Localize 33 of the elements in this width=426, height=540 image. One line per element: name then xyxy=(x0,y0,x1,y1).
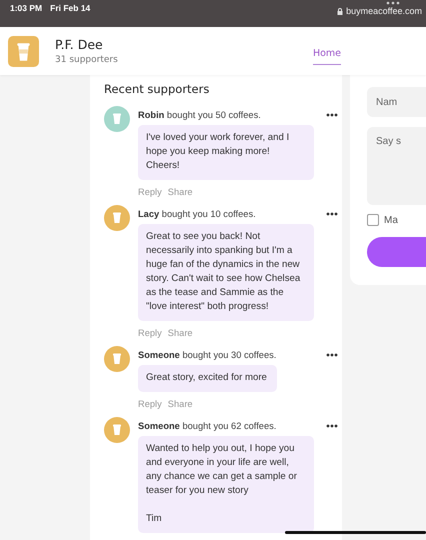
url-text[interactable]: buymeacoffee.com xyxy=(346,6,422,16)
nav-tab[interactable]: Home xyxy=(312,42,341,64)
more-icon[interactable] xyxy=(326,113,338,117)
status-date: Fri Feb 14 xyxy=(50,3,90,13)
more-icon[interactable] xyxy=(326,212,338,216)
action-link[interactable]: Share xyxy=(168,328,193,338)
more-icon[interactable] xyxy=(326,353,338,357)
more-icon[interactable] xyxy=(326,424,338,428)
message-field[interactable]: Say s xyxy=(367,127,426,205)
action-link[interactable]: Share xyxy=(168,399,193,409)
name-field[interactable]: Nam xyxy=(367,87,426,117)
message-bubble: Great to see you back! Not necessarily into spanking but I'm a huge fan of the dynamics in the new story. Can't wait to see how Chelsea as the tease and Sammie as the "love interest" both progress! xyxy=(138,224,314,321)
support-button[interactable] xyxy=(367,237,426,267)
lock-icon xyxy=(337,8,344,14)
checkbox-label: Ma xyxy=(384,214,398,226)
action-link[interactable]: Reply xyxy=(138,399,162,409)
action-link[interactable]: Reply xyxy=(138,328,162,338)
private-checkbox[interactable] xyxy=(367,214,379,226)
creator-name: P.F. Dee xyxy=(55,37,104,52)
supporter-line: Robin bought you 50 coffees. xyxy=(138,110,261,120)
supporter-line: Lacy bought you 10 coffees. xyxy=(138,209,256,219)
status-time: 1:03 PM xyxy=(10,3,42,13)
message-bubble: Great story, excited for more xyxy=(138,365,277,392)
message-bubble: I've loved your work forever, and I hope you keep making more! Cheers! xyxy=(138,125,314,180)
action-link[interactable]: Reply xyxy=(138,187,162,197)
supporter-line: Someone bought you 30 coffees. xyxy=(138,350,276,360)
action-link[interactable]: Share xyxy=(168,187,193,197)
more-icon[interactable] xyxy=(386,1,400,5)
message-bubble: Wanted to help you out, I hope you and everyone in your life are well, any chance we can get a sample or teaser for you new story Tim xyxy=(138,436,314,533)
supporter-line: Someone bought you 62 coffees. xyxy=(138,421,276,431)
section-title: Recent supporters xyxy=(104,82,210,96)
cup-logo-icon xyxy=(8,36,39,66)
supporter-count: 31 supporters xyxy=(55,55,118,65)
